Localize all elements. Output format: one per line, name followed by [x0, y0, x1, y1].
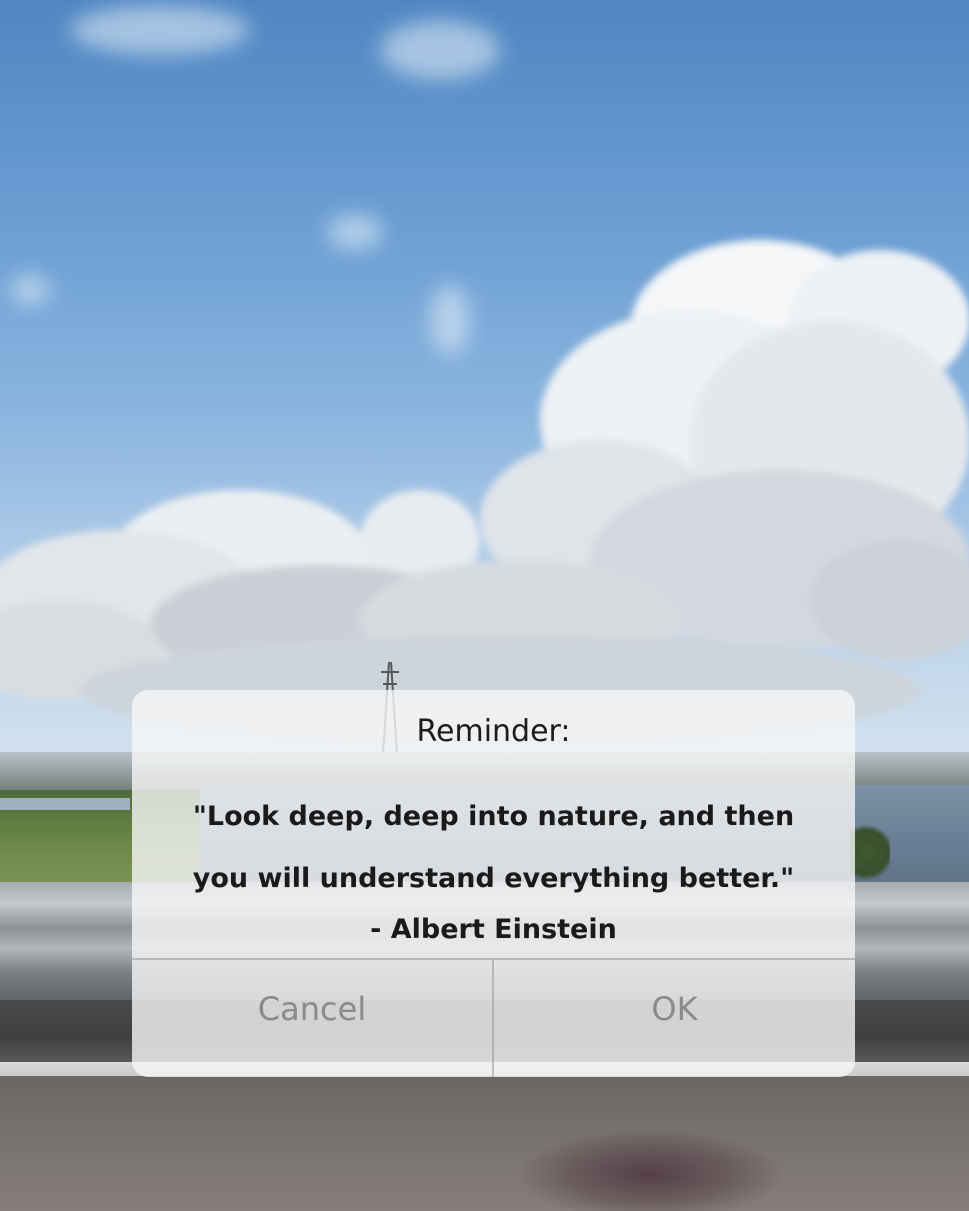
reminder-dialog: Reminder: "Look deep, deep into nature, … [132, 690, 855, 1077]
quote-line-2: you will understand everything better." [192, 863, 795, 894]
ok-button[interactable]: OK [494, 960, 855, 1077]
screen: Reminder: "Look deep, deep into nature, … [0, 0, 969, 1211]
shadow [520, 1130, 780, 1211]
road [0, 1076, 969, 1211]
quote-author: - Albert Einstein [370, 914, 617, 945]
river-strip [0, 798, 130, 810]
cancel-button[interactable]: Cancel [132, 960, 492, 1077]
quote-line-1: "Look deep, deep into nature, and then [192, 801, 795, 832]
clouds [0, 5, 969, 771]
quote-text: "Look deep, deep into nature, and then y… [132, 786, 855, 910]
dialog-title: Reminder: [416, 714, 571, 749]
trees [850, 820, 890, 885]
